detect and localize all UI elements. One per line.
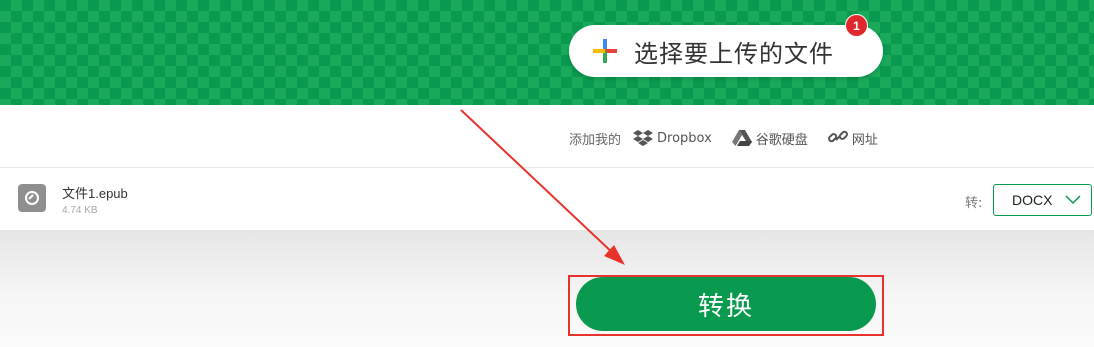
google-drive-icon: [731, 130, 752, 146]
url-source-button[interactable]: 网址: [827, 128, 878, 148]
add-from-label: 添加我的: [569, 132, 622, 148]
source-options: 添加我的 Dropbox 谷歌硬盘 网址: [569, 127, 898, 149]
dropbox-icon: [633, 130, 654, 146]
convert-button[interactable]: 转换: [576, 277, 876, 331]
file-row: 文件1.epub 4.74 KB 转: DOCX: [0, 168, 1094, 230]
target-format-value: DOCX: [1012, 192, 1053, 208]
file-name: 文件1.epub: [62, 186, 128, 201]
file-count-badge: 1: [846, 15, 867, 36]
choose-file-label: 选择要上传的文件: [634, 39, 834, 68]
target-format-select[interactable]: DOCX: [993, 184, 1092, 216]
dropbox-label: Dropbox: [657, 130, 712, 146]
upload-banner: [0, 0, 1094, 105]
google-drive-source-button[interactable]: 谷歌硬盘: [731, 129, 808, 148]
file-size: 4.74 KB: [62, 205, 98, 216]
link-icon: [827, 130, 848, 143]
google-drive-label: 谷歌硬盘: [755, 132, 808, 148]
choose-file-button[interactable]: 选择要上传的文件: [569, 25, 883, 77]
action-area: [0, 230, 1094, 347]
url-label: 网址: [851, 132, 878, 148]
plus-icon: [593, 39, 617, 63]
chevron-down-icon: [1065, 195, 1081, 205]
epub-file-icon: [18, 184, 46, 212]
dropbox-source-button[interactable]: Dropbox: [633, 129, 712, 147]
convert-to-label: 转:: [965, 196, 983, 211]
